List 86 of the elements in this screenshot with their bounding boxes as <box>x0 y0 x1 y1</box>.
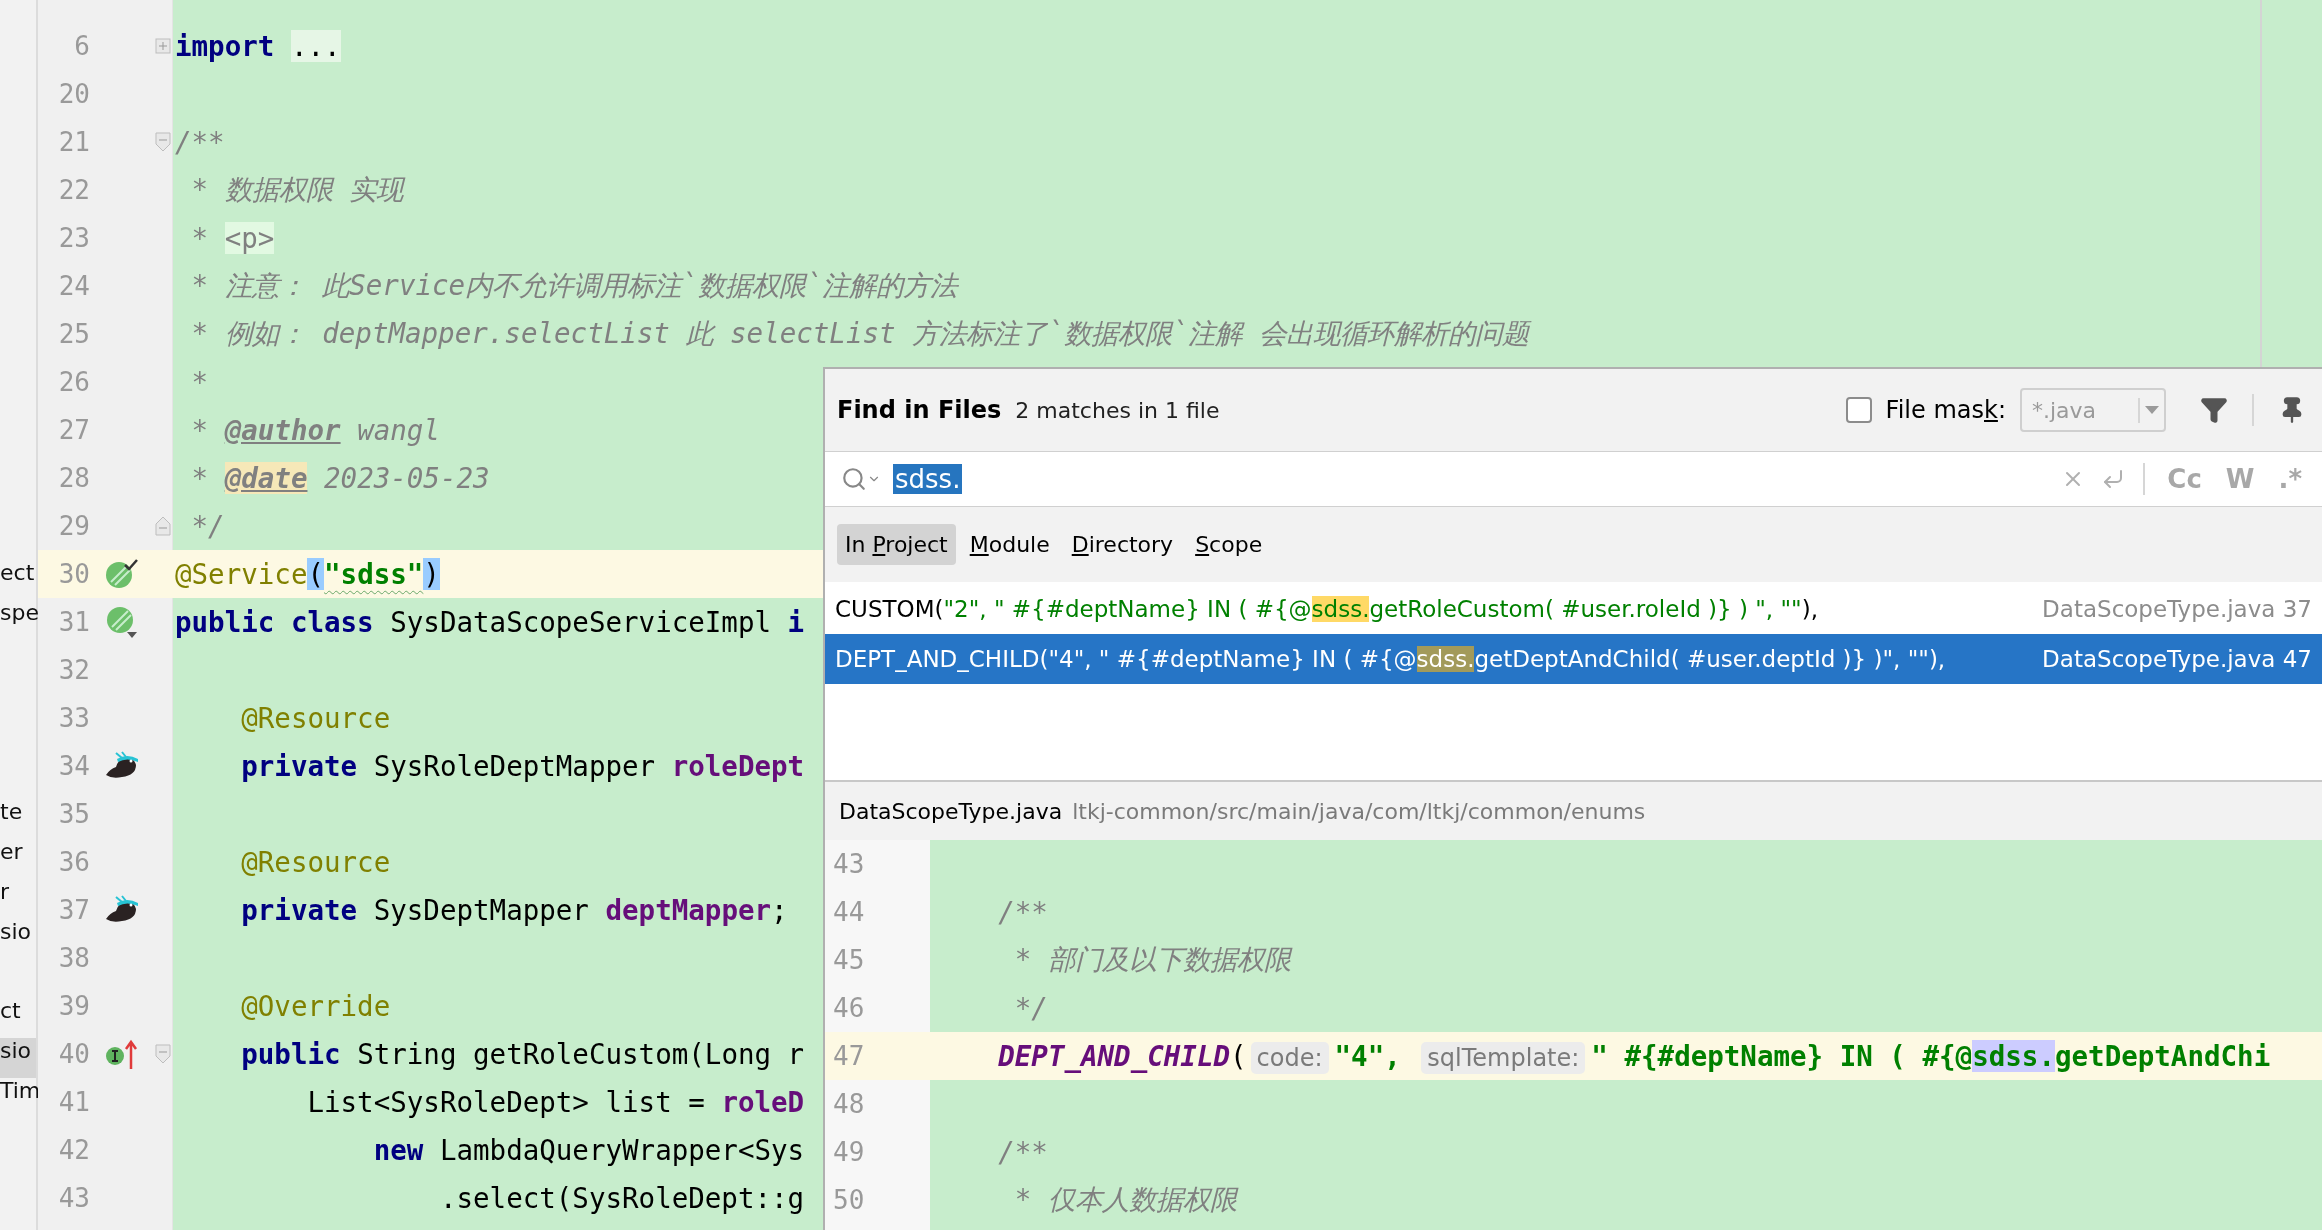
scope-tab[interactable]: Directory <box>1063 524 1182 565</box>
popup-title: Find in Files <box>837 396 1002 424</box>
preview-file-path: ltkj-common/src/main/java/com/ltkj/common/enums <box>1072 798 1646 824</box>
code-line: DEPT_AND_CHILD( code: "4", sqlTemplate: " #{#deptName} IN ( #{@sdss.getDeptAndChi <box>997 1040 2271 1072</box>
code-line: * 部门及以下数据权限 <box>1013 942 1291 977</box>
project-tree-item[interactable]: Tim <box>0 1078 36 1118</box>
code-line: @Service("sdss") <box>175 558 440 590</box>
code-line: public class SysDataScopeServiceImpl i <box>175 606 805 638</box>
line-number: 20 <box>57 79 90 109</box>
line-number: 41 <box>57 1087 90 1117</box>
project-tree-item[interactable]: ct <box>0 998 36 1038</box>
line-number: 38 <box>57 943 90 973</box>
code-line: private SysDeptMapper deptMapper; <box>240 894 788 926</box>
code-line: */ <box>1013 992 1048 1024</box>
project-tree-item[interactable]: r <box>0 879 36 919</box>
line-number: 50 <box>833 1185 865 1215</box>
code-line: /** <box>175 126 225 158</box>
line-number: 32 <box>57 655 90 685</box>
project-tree-item[interactable]: spe <box>0 600 36 640</box>
code-line: @Resource <box>240 846 391 878</box>
line-number: 37 <box>57 895 90 925</box>
result-code: CUSTOM("2", " #{#deptName} IN ( #{@sdss.getRoleCustom( #user.roleId )} ) ", ""), <box>835 596 1819 622</box>
file-mask-checkbox[interactable] <box>1845 397 1872 423</box>
code-line: * 数据权限 实现 <box>190 172 404 207</box>
search-result-row[interactable]: DEPT_AND_CHILD("4", " #{#deptName} IN ( #{@sdss.getDeptAndChild( #user.deptId )} )", ""), DataScopeType.java 47 <box>825 634 2322 684</box>
line-number: 36 <box>57 847 90 877</box>
code-line: /** <box>997 896 1048 928</box>
line-number: 23 <box>57 223 90 253</box>
result-code: DEPT_AND_CHILD("4", " #{#deptName} IN ( #{@sdss.getDeptAndChild( #user.deptId )} )", ""), <box>835 646 1947 672</box>
result-location: DataScopeType.java 47 <box>2042 646 2312 672</box>
file-mask-label: File mask: <box>1885 396 2006 424</box>
code-line: import ... <box>175 30 341 62</box>
line-number: 24 <box>57 271 90 301</box>
code-line: /** <box>997 1136 1048 1168</box>
line-number: 46 <box>833 993 865 1023</box>
line-number: 47 <box>833 1041 865 1071</box>
preview-file-name: DataScopeType.java <box>839 798 1063 824</box>
code-line: new LambdaQueryWrapper<Sys <box>372 1134 805 1166</box>
line-number: 40 <box>57 1039 90 1069</box>
code-line: * 仅本人数据权限 <box>1013 1182 1237 1217</box>
line-number: 26 <box>57 367 90 397</box>
line-number: 22 <box>57 175 90 205</box>
project-tree-item[interactable]: te <box>0 799 36 839</box>
scope-tab[interactable]: In Project <box>837 524 956 565</box>
project-tree-item[interactable]: er <box>0 839 36 879</box>
line-number: 31 <box>57 607 90 637</box>
line-number: 44 <box>833 897 865 927</box>
code-line: * @author wangl <box>190 414 440 446</box>
line-number: 42 <box>57 1135 90 1165</box>
line-number: 21 <box>57 127 90 157</box>
dropdown-arrow-icon <box>2144 405 2160 415</box>
line-number: 34 <box>57 751 90 781</box>
code-line: .select(SysRoleDept::g <box>438 1182 805 1214</box>
code-line: * 注意： 此Service内不允许调用标注`数据权限`注解的方法 <box>190 268 958 303</box>
bean-icon[interactable] <box>105 605 139 639</box>
line-number: 30 <box>57 559 90 589</box>
result-location: DataScopeType.java 37 <box>2042 596 2312 622</box>
code-line: * <box>190 366 209 398</box>
code-line: private SysRoleDeptMapper roleDept <box>240 750 805 782</box>
line-number: 43 <box>57 1183 90 1213</box>
line-number: 35 <box>57 799 90 829</box>
code-line: @Resource <box>240 702 391 734</box>
search-field[interactable]: sdss. <box>893 464 963 494</box>
line-number: 27 <box>57 415 90 445</box>
line-number: 45 <box>833 945 865 975</box>
code-line: public String getRoleCustom(Long r <box>240 1038 805 1070</box>
line-number: 28 <box>57 463 90 493</box>
code-line: List<SysRoleDept> list = roleD <box>306 1086 805 1118</box>
code-line: @Override <box>240 990 391 1022</box>
line-number: 39 <box>57 991 90 1021</box>
line-number: 49 <box>833 1137 865 1167</box>
line-number: 6 <box>73 31 90 61</box>
project-tree-item[interactable]: ect <box>0 560 36 600</box>
bean-check-icon[interactable] <box>105 558 139 590</box>
line-number: 33 <box>57 703 90 733</box>
project-tree-item[interactable]: sio <box>0 919 36 959</box>
scope-tab[interactable]: Scope <box>1187 524 1271 565</box>
project-tree-item[interactable]: sio <box>0 1038 36 1078</box>
code-line: * @date 2023-05-23 <box>190 462 490 494</box>
line-number: 43 <box>833 849 865 879</box>
line-number: 29 <box>57 511 90 541</box>
line-number: 48 <box>833 1089 865 1119</box>
match-summary: 2 matches in 1 file <box>1015 397 1221 423</box>
line-number: 25 <box>57 319 90 349</box>
code-line: */ <box>190 510 225 542</box>
scope-tab[interactable]: Module <box>961 524 1058 565</box>
